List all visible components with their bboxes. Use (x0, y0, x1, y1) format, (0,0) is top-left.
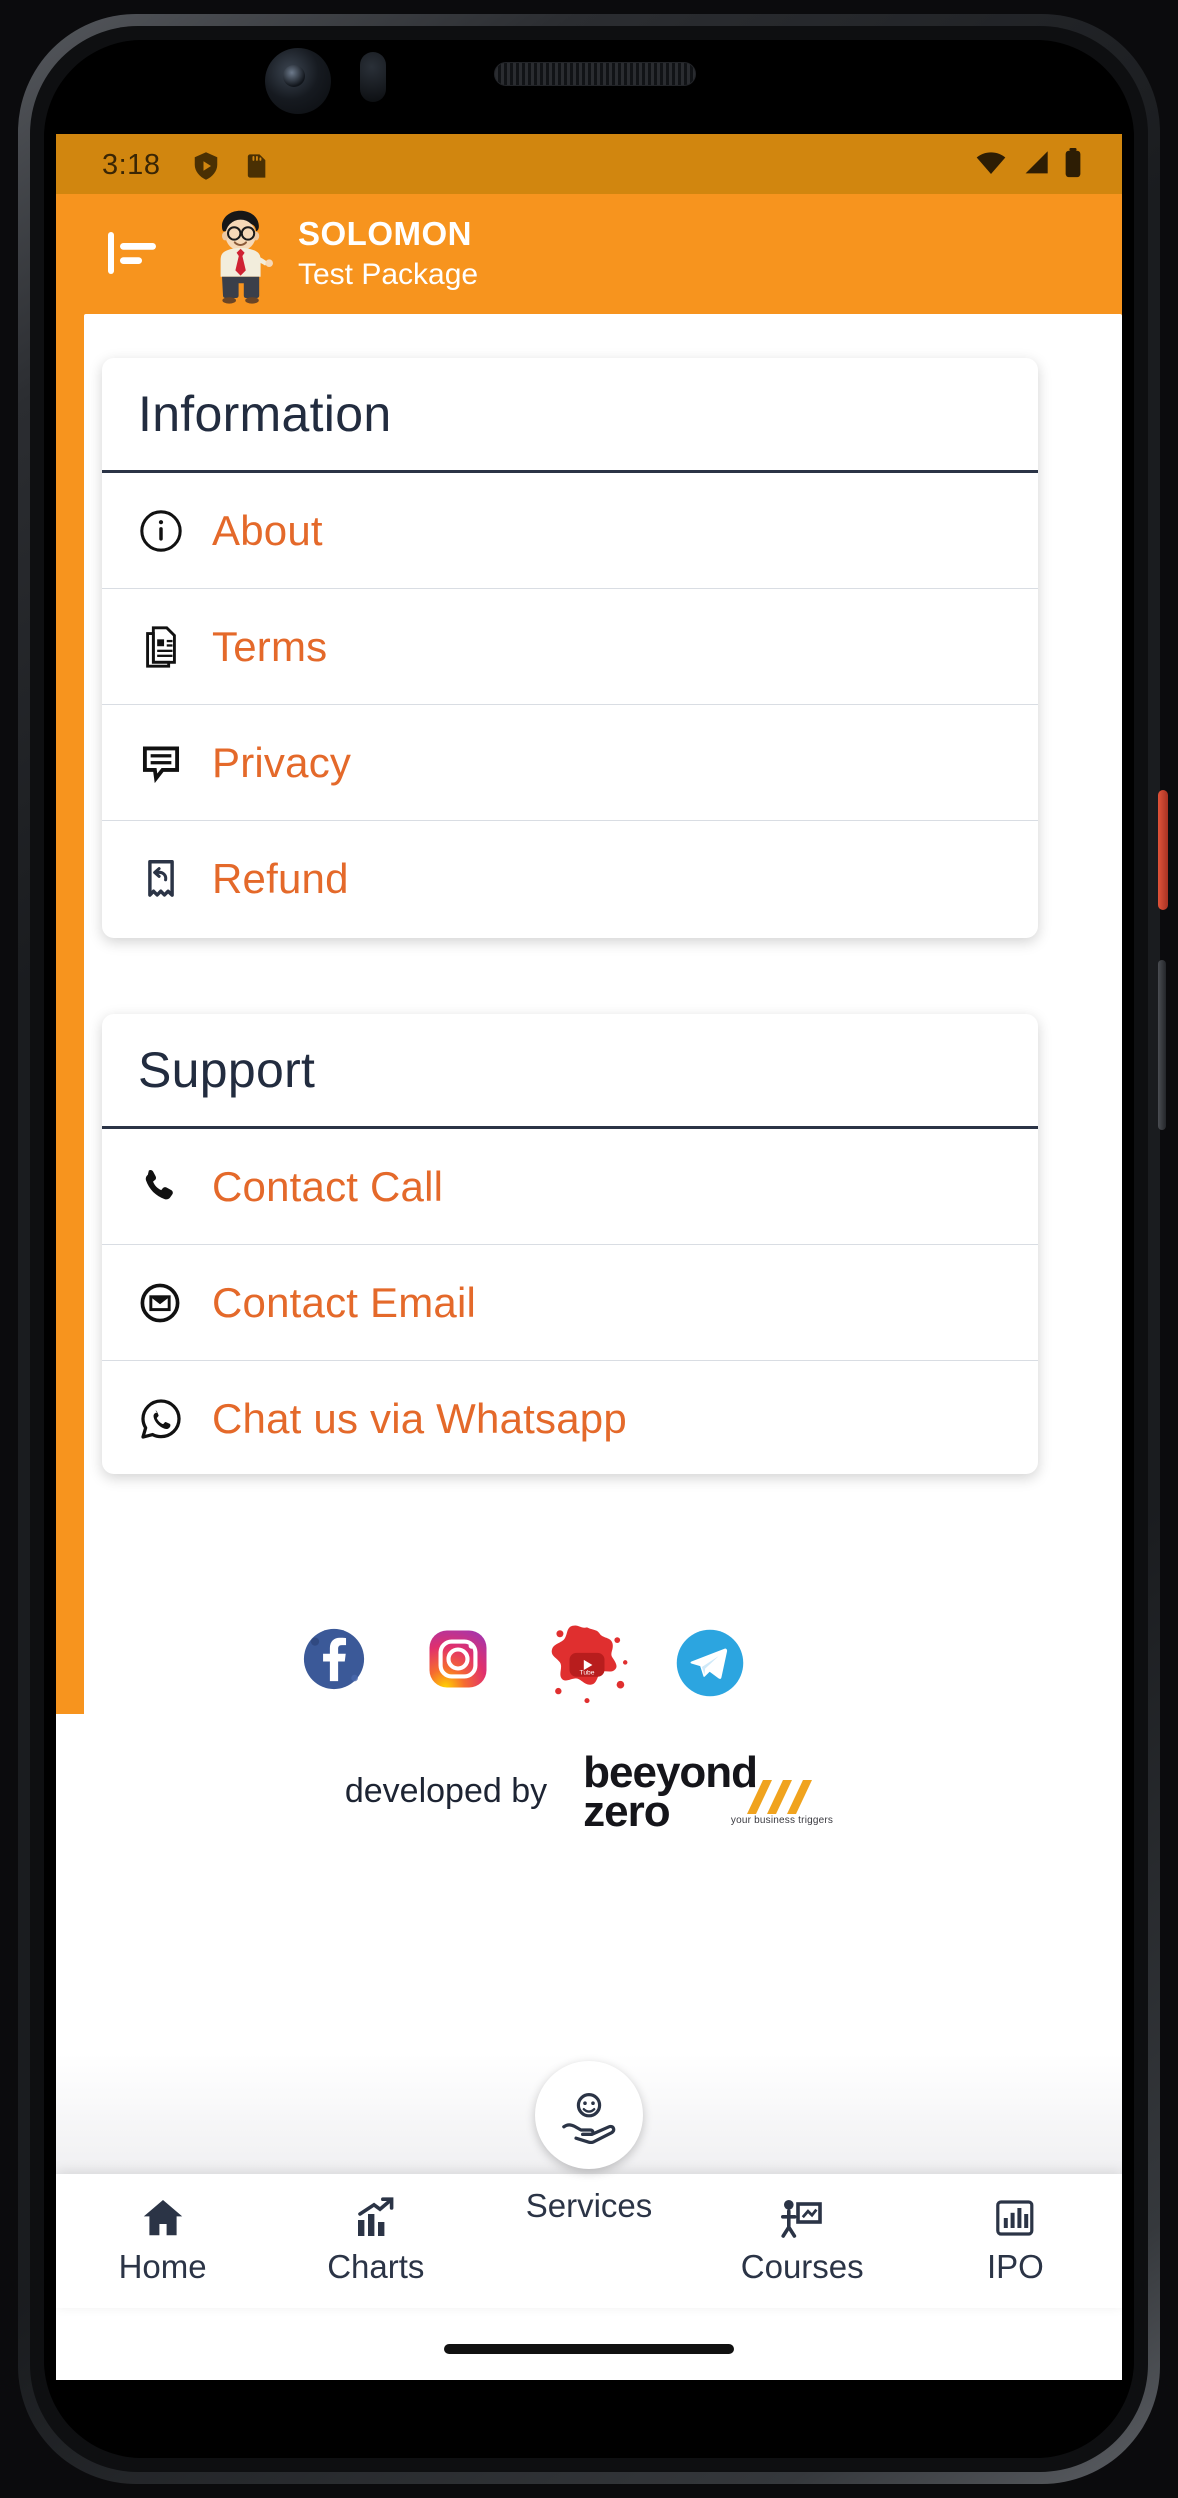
battery-icon (1064, 148, 1082, 183)
wifi-icon (974, 150, 1008, 181)
cellular-signal-icon (1021, 150, 1051, 181)
list-item-privacy[interactable]: Privacy (102, 705, 1038, 821)
brand-tagline: your business triggers (730, 1815, 834, 1826)
support-card: Support Contact Call Contact Email Chat … (102, 1014, 1038, 1474)
nav-item-charts[interactable]: Charts (269, 2196, 482, 2286)
earpiece-speaker (494, 62, 696, 86)
nav-item-label: Charts (327, 2248, 425, 2285)
bookmark-undo-icon (138, 856, 200, 902)
sd-card-icon (242, 150, 270, 187)
comment-lines-icon (138, 740, 200, 786)
volume-button[interactable] (1158, 960, 1166, 1130)
list-item-label: Privacy (212, 738, 352, 786)
nav-item-label: Services (525, 2187, 653, 2224)
nav-item-label: Home (118, 2248, 207, 2285)
list-item-label: Contact Call (212, 1162, 444, 1210)
list-item-label: About (212, 506, 323, 554)
app-bar-titles: SOLOMON Test Package (298, 214, 478, 296)
page-title: SOLOMON (298, 215, 472, 252)
list-item-label: Contact Email (212, 1278, 477, 1326)
mascot-avatar (196, 206, 286, 310)
chart-growth-icon (357, 2197, 394, 2236)
status-bar-clock: 3:18 (102, 149, 161, 181)
youtube-icon[interactable]: Tube (544, 1621, 628, 1704)
phone-screen: 3:18 SOLOMON Test Package Information Ab… (56, 134, 1122, 2380)
phone-device-frame: 3:18 SOLOMON Test Package Information Ab… (0, 0, 1178, 2498)
status-bar-right-icons (974, 148, 1082, 183)
presentation-board-icon (781, 2200, 823, 2238)
list-item-label: Refund (212, 854, 349, 902)
list-item-contact-call[interactable]: Contact Call (102, 1129, 1038, 1245)
hamburger-menu-icon[interactable] (104, 226, 160, 280)
support-heading: Support (138, 1042, 316, 1098)
instagram-icon[interactable] (420, 1621, 496, 1697)
information-card-header: Information (102, 358, 1038, 473)
play-protect-shield-icon (191, 150, 221, 187)
list-item-refund[interactable]: Refund (102, 821, 1038, 936)
list-item-label: Terms (212, 622, 328, 670)
footer-credit: developed by beeyond zero your business … (56, 1751, 1122, 1834)
proximity-sensor (360, 52, 386, 102)
info-circle-icon (138, 508, 200, 554)
bottom-navigation: Home Charts Services Courses IPO (56, 2061, 1122, 2308)
phone-icon (138, 1166, 200, 1208)
home-icon (143, 2200, 182, 2236)
information-card: Information About Terms Privacy Refund (102, 358, 1038, 938)
nav-item-label: Courses (740, 2248, 864, 2285)
bar-chart-icon (996, 2200, 1034, 2236)
svg-text:Tube: Tube (580, 1670, 595, 1677)
nav-item-ipo[interactable]: IPO (909, 2196, 1122, 2286)
front-camera (265, 48, 331, 114)
nav-item-label: IPO (986, 2248, 1044, 2285)
whatsapp-icon (138, 1396, 200, 1442)
support-card-header: Support (102, 1014, 1038, 1129)
beeyond-zero-logo: beeyond zero your business triggers (583, 1751, 834, 1834)
nav-item-courses[interactable]: Courses (696, 2196, 909, 2286)
email-circle-icon (138, 1281, 200, 1325)
power-button[interactable] (1158, 790, 1168, 910)
brand-line-2: zero (583, 1787, 670, 1836)
gesture-navigation-bar[interactable] (444, 2344, 734, 2354)
brand-slashes-icon (747, 1780, 813, 1814)
list-item-terms[interactable]: Terms (102, 589, 1038, 705)
document-pages-icon (138, 624, 200, 670)
status-bar: 3:18 (56, 134, 1122, 194)
list-item-label: Chat us via Whatsapp (212, 1394, 627, 1442)
list-item-whatsapp[interactable]: Chat us via Whatsapp (102, 1361, 1038, 1476)
list-item-contact-email[interactable]: Contact Email (102, 1245, 1038, 1361)
facebook-icon[interactable] (296, 1621, 372, 1697)
app-bar: SOLOMON Test Package (56, 194, 1122, 314)
list-item-about[interactable]: About (102, 473, 1038, 589)
social-links: Tube (296, 1604, 856, 1714)
services-hand-icon (562, 2093, 616, 2144)
telegram-icon[interactable] (668, 1621, 744, 1697)
nav-item-home[interactable]: Home (56, 2196, 269, 2286)
services-fab[interactable] (535, 2061, 643, 2169)
information-heading: Information (138, 386, 392, 442)
page-subtitle: Test Package (298, 258, 479, 291)
developed-by-label: developed by (344, 1771, 548, 1810)
